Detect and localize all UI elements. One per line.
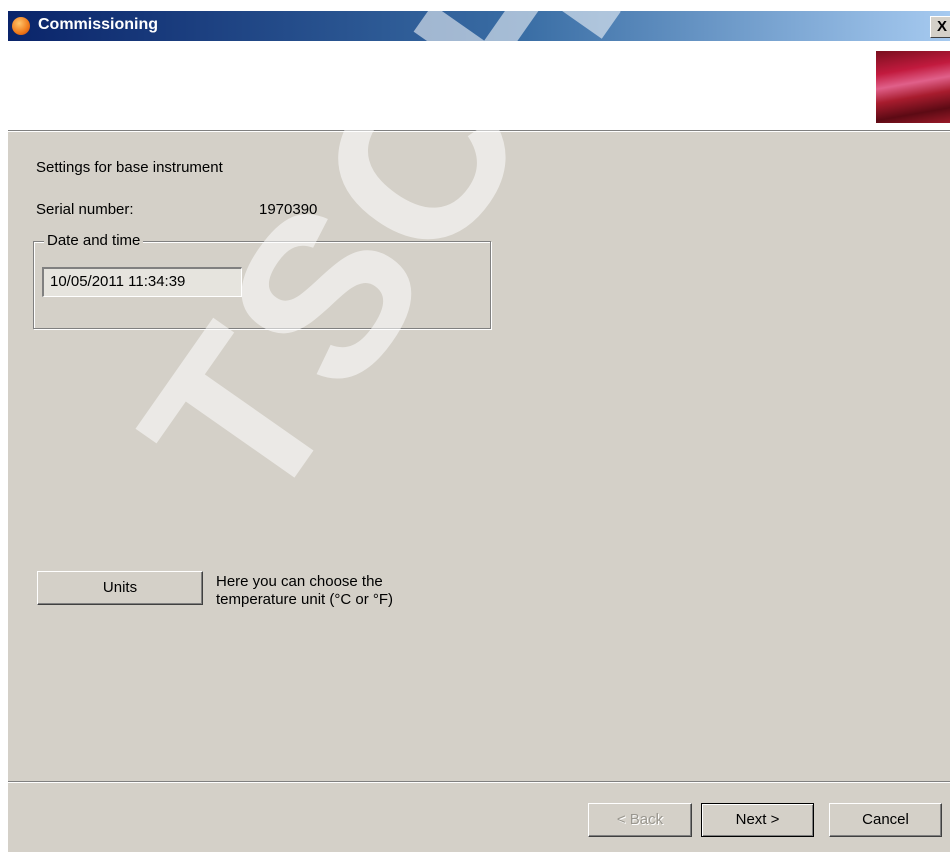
back-button[interactable]: < Back	[588, 803, 692, 837]
testo-logo-icon	[12, 17, 30, 35]
date-time-group-label: Date and time	[44, 232, 144, 249]
commissioning-dialog: Commissioning X Settings for base instru…	[8, 11, 950, 852]
close-button[interactable]: X	[930, 16, 950, 38]
next-button[interactable]: Next >	[701, 803, 814, 837]
title-bar[interactable]: Commissioning X	[8, 11, 950, 41]
serial-number-label: Serial number:	[36, 201, 134, 218]
units-button[interactable]: Units	[37, 571, 203, 605]
window-title: Commissioning	[38, 16, 159, 33]
footer-separator	[8, 781, 950, 783]
cancel-button[interactable]: Cancel	[829, 803, 942, 837]
serial-number-value: 1970390	[259, 201, 318, 218]
units-hint-text: Here you can choose the temperature unit…	[216, 573, 394, 608]
wizard-header	[8, 41, 950, 131]
date-time-groupbox: Date and time 10/05/2011 11:34:39	[33, 232, 491, 329]
date-time-field[interactable]: 10/05/2011 11:34:39	[42, 267, 242, 297]
section-title: Settings for base instrument	[36, 159, 223, 176]
header-banner-image	[876, 51, 950, 123]
